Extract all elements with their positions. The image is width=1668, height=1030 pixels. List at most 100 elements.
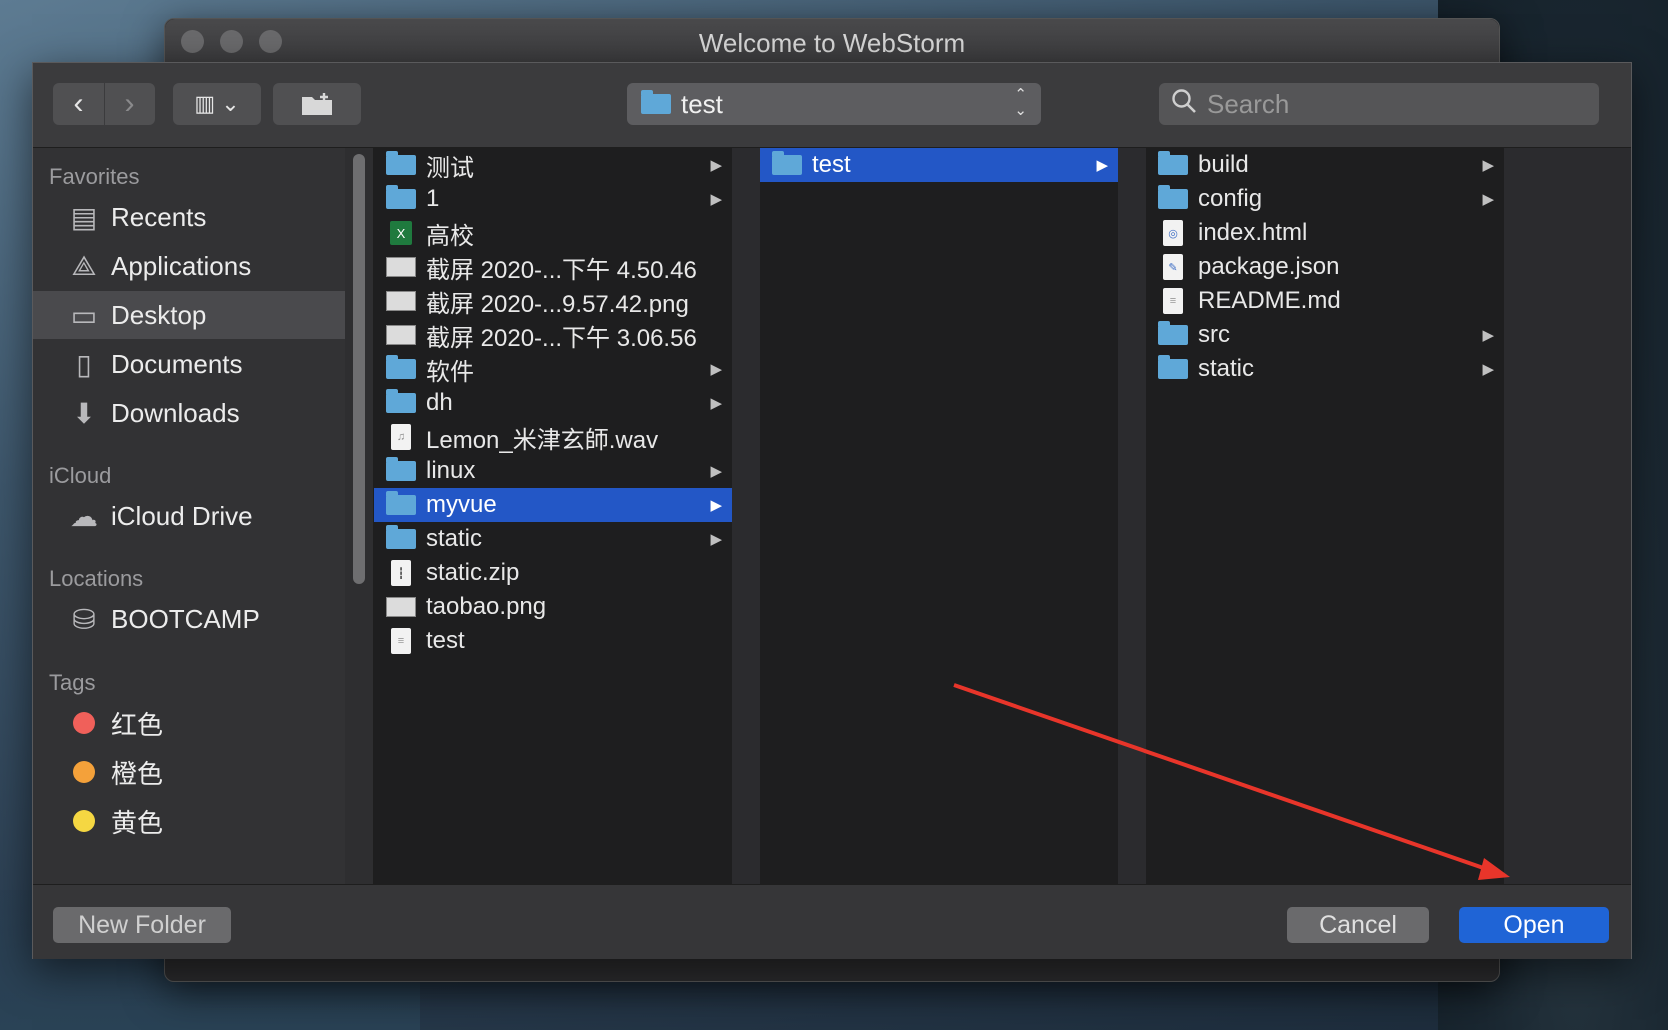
file-row[interactable]: 截屏 2020-...9.57.42.png [374,284,732,318]
search-placeholder: Search [1207,88,1290,119]
new-folder-toolbar-button[interactable] [273,83,361,125]
item-name: 截屏 2020-...下午 3.06.56 [426,324,697,352]
folder-row[interactable]: 1 ▶ [374,182,732,216]
sidebar-item-label: Downloads [111,397,240,428]
item-name: taobao.png [426,593,547,620]
file-row[interactable]: X 高校 [374,216,732,250]
sidebar-item-label: BOOTCAMP [111,603,260,634]
updown-chevron-icon: ⌃ ⌄ [1014,86,1027,119]
sidebar-item-label: iCloud Drive [111,500,253,531]
disclosure-arrow-icon: ▶ [710,191,722,208]
file-row[interactable]: ♫ Lemon_米津玄師.wav [374,420,732,454]
folder-row[interactable]: static ▶ [1146,352,1504,386]
folder-row[interactable]: static ▶ [374,522,732,556]
file-row[interactable]: ┇ static.zip [374,556,732,590]
disclosure-arrow-icon: ▶ [1482,327,1494,344]
recents-icon: ▤ [70,201,98,233]
yellow-tag-dot-icon [63,810,105,832]
sidebar-scrollbar-thumb[interactable] [353,154,365,584]
folder-row[interactable]: config ▶ [1146,182,1504,216]
folder-row[interactable]: 软件 ▶ [374,352,732,386]
folder-icon [1158,321,1188,346]
folder-row[interactable]: myvue ▶ [374,488,732,522]
folder-icon [386,389,416,414]
sidebar-item-tag-orange[interactable]: 橙色 [33,748,345,796]
file-row[interactable]: ✎ package.json [1146,250,1504,284]
new-folder-button[interactable]: New Folder [53,907,231,943]
file-row[interactable]: ◎ index.html [1146,216,1504,250]
sidebar-item-applications[interactable]: ⟁ Applications [33,242,345,290]
orange-tag-dot-icon [63,761,105,783]
red-tag-dot-icon [63,712,105,734]
disclosure-arrow-icon: ▶ [710,463,722,480]
folder-icon [386,525,416,550]
open-file-dialog: ‹ › ▥ ⌄ test ⌃ ⌄ Search Favorites ▤ Rece… [32,62,1632,959]
item-name: test [812,151,851,178]
folder-row[interactable]: linux ▶ [374,454,732,488]
folder-row[interactable]: test ▶ [760,148,1118,182]
file-row[interactable]: 截屏 2020-...下午 4.50.46 [374,250,732,284]
file-row[interactable]: 截屏 2020-...下午 3.06.56 [374,318,732,352]
sidebar-item-documents[interactable]: ▯ Documents [33,340,345,388]
item-name: myvue [426,491,497,518]
item-name: 软件 [426,358,474,386]
html-file-icon: ◎ [1158,220,1188,246]
cancel-button[interactable]: Cancel [1287,907,1429,943]
item-name: package.json [1198,253,1340,280]
folder-icon [772,151,802,176]
sidebar-item-tag-yellow[interactable]: 黄色 [33,797,345,845]
item-name: Lemon_米津玄師.wav [426,426,659,454]
folder-row[interactable]: dh ▶ [374,386,732,420]
column-divider-2[interactable] [1118,148,1146,884]
sidebar-item-icloud-drive[interactable]: ☁ iCloud Drive [33,492,345,540]
sidebar-item-downloads[interactable]: ⬇ Downloads [33,389,345,437]
column-divider-1[interactable] [732,148,760,884]
open-button[interactable]: Open [1459,907,1609,943]
json-file-icon: ✎ [1158,254,1188,280]
sidebar-item-desktop[interactable]: ▭ Desktop [33,291,345,339]
folder-icon [1158,151,1188,176]
disclosure-arrow-icon: ▶ [710,497,722,514]
item-name: 高校 [426,222,474,250]
file-row[interactable]: ≡ README.md [1146,284,1504,318]
sidebar-item-tag-red[interactable]: 红色 [33,699,345,747]
search-field[interactable]: Search [1159,83,1599,125]
disclosure-arrow-icon: ▶ [710,361,722,378]
folder-row[interactable]: build ▶ [1146,148,1504,182]
sidebar-item-label: Applications [111,250,252,281]
item-name: index.html [1198,219,1308,246]
item-name: config [1198,185,1263,212]
folder-icon [641,90,671,114]
file-row[interactable]: taobao.png [374,590,732,624]
folder-row[interactable]: 测试 ▶ [374,148,732,182]
disk-icon: ⛁ [72,603,96,635]
image-file-icon [386,290,416,312]
sidebar-scrollbar[interactable] [345,148,374,884]
favorites-header: Favorites [49,164,140,189]
folder-icon [386,491,416,516]
view-mode-button[interactable]: ▥ ⌄ [173,83,261,125]
column-divider-3[interactable] [1504,148,1532,884]
disclosure-arrow-icon: ▶ [1096,157,1108,174]
chevron-right-icon: › [124,87,135,120]
spreadsheet-icon: X [386,221,416,245]
item-name: src [1198,321,1230,348]
item-name: static [426,525,483,552]
search-icon [1171,88,1197,121]
item-name: README.md [1198,287,1341,314]
back-button[interactable]: ‹ [54,83,104,125]
item-name: 截屏 2020-...9.57.42.png [426,290,689,318]
document-icon: ≡ [386,628,416,654]
folder-icon [386,355,416,380]
sidebar-item-bootcamp[interactable]: ⛁ BOOTCAMP [33,595,345,643]
sidebar-item-recents[interactable]: ▤ Recents [33,193,345,241]
sidebar: Favorites ▤ Recents ⟁ Applications ▭ Des… [33,148,345,884]
forward-button[interactable]: › [105,83,155,125]
file-row[interactable]: ≡ test [374,624,732,658]
cloud-icon: ☁ [70,500,98,532]
item-name: test [426,627,465,654]
folder-icon [1158,185,1188,210]
desktop-icon: ▭ [70,299,98,331]
folder-row[interactable]: src ▶ [1146,318,1504,352]
path-popup[interactable]: test ⌃ ⌄ [627,83,1041,125]
